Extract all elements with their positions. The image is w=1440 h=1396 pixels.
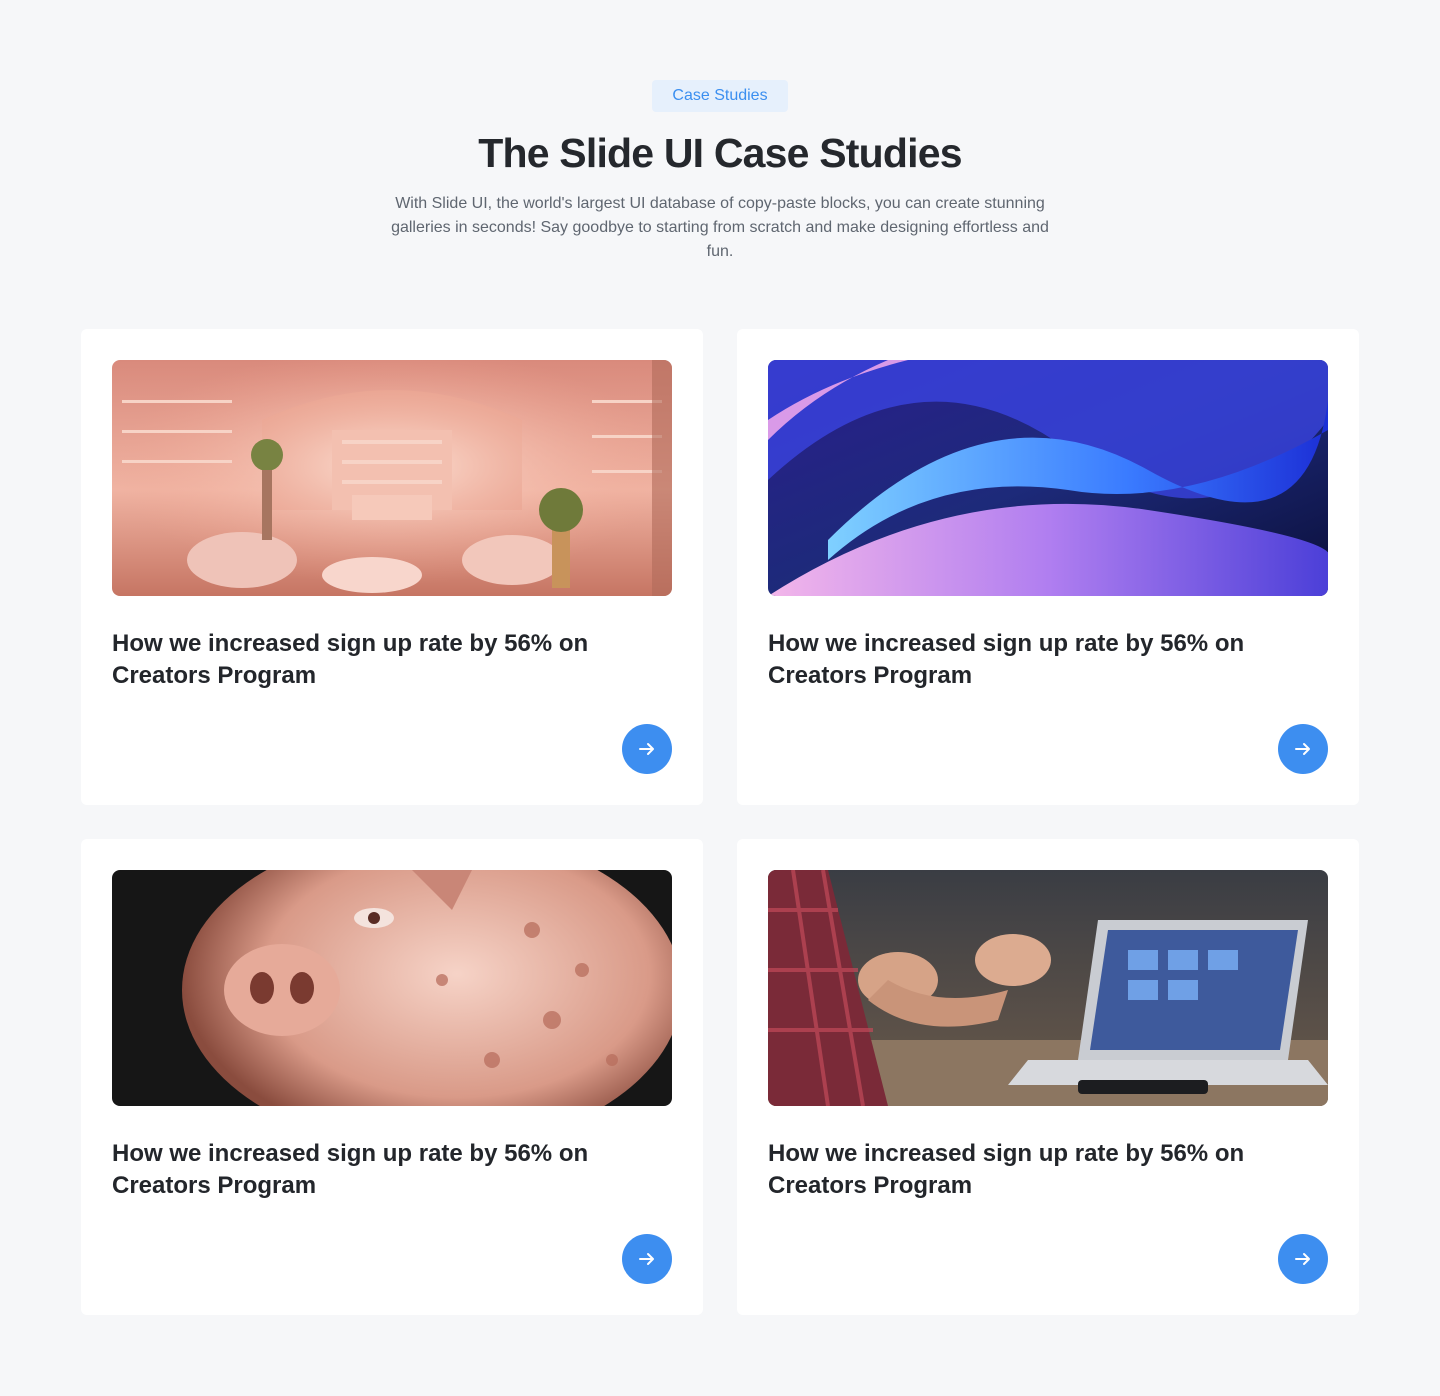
card-arrow-button[interactable] — [622, 724, 672, 774]
piggy-bank-image — [112, 870, 672, 1106]
case-study-card[interactable]: How we increased sign up rate by 56% on … — [81, 329, 703, 805]
card-title: How we increased sign up rate by 56% on … — [112, 630, 589, 689]
case-study-card[interactable]: How we increased sign up rate by 56% on … — [737, 839, 1359, 1315]
arrow-right-icon — [1295, 1253, 1310, 1265]
card-arrow-button[interactable] — [622, 1234, 672, 1284]
case-study-card[interactable]: How we increased sign up rate by 56% on … — [81, 839, 703, 1315]
boutique-image — [112, 360, 672, 596]
arrow-right-icon — [1295, 743, 1310, 755]
arrow-right-icon — [639, 1253, 654, 1265]
card-image-hands-laptop-meeting — [768, 870, 1328, 1106]
section-badge: Case Studies — [652, 80, 788, 112]
section-subtitle: With Slide UI, the world's largest UI da… — [391, 195, 1049, 260]
card-arrow-button[interactable] — [1278, 724, 1328, 774]
arrow-right-icon — [639, 743, 654, 755]
card-image-pink-boutique-interior — [112, 360, 672, 596]
card-image-glass-piggy-bank — [112, 870, 672, 1106]
section-title: The Slide UI Case Studies — [478, 130, 962, 176]
card-title: How we increased sign up rate by 56% on … — [112, 1140, 589, 1199]
card-arrow-button[interactable] — [1278, 1234, 1328, 1284]
card-title: How we increased sign up rate by 56% on … — [768, 630, 1245, 689]
meeting-laptop-image — [768, 870, 1328, 1106]
card-title: How we increased sign up rate by 56% on … — [768, 1140, 1245, 1199]
card-image-abstract-blue-waves — [768, 360, 1328, 596]
abstract-waves-image — [768, 360, 1328, 596]
case-study-card[interactable]: How we increased sign up rate by 56% on … — [737, 329, 1359, 805]
